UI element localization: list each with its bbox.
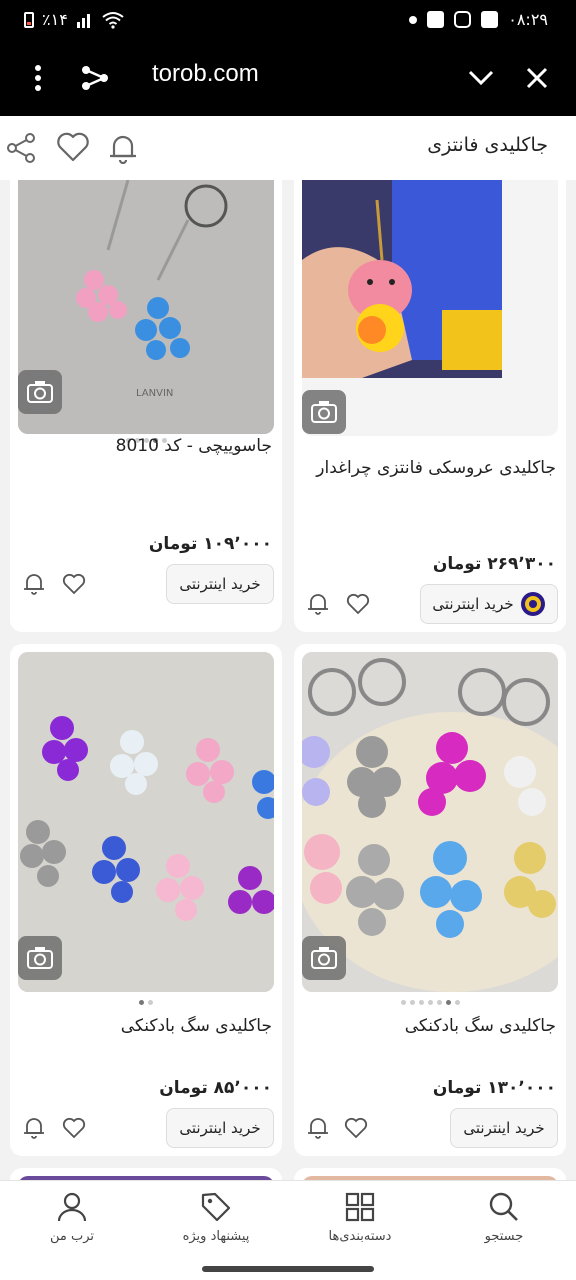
status-bar: ٪۱۴ ۰۸:۲۹ [0, 0, 576, 40]
product-price: ۱۰۹٬۰۰۰ تومان [148, 534, 272, 554]
product-price: ۱۳۰٬۰۰۰ تومان [432, 1078, 556, 1098]
notification-dot-icon [409, 15, 418, 24]
image-pager-dots [10, 1000, 282, 1005]
product-name[interactable]: جاکلیدی سگ بادکنکی [304, 1010, 556, 1042]
share-link-icon[interactable] [80, 60, 110, 96]
buy-online-button[interactable]: خرید اینترنتی [166, 1108, 274, 1148]
page-title: جاکلیدی فانتزی [427, 134, 548, 156]
bell-icon[interactable] [108, 132, 140, 165]
image-search-icon[interactable] [302, 390, 346, 434]
product-card[interactable] [294, 1168, 566, 1180]
bell-icon[interactable] [22, 572, 46, 596]
signal-icon [76, 13, 90, 28]
heart-icon[interactable] [56, 132, 89, 164]
product-name[interactable]: جاکلیدی عروسکی فانتزی چراغدار [304, 452, 556, 484]
nav-label: جستجو [484, 1229, 524, 1244]
product-card[interactable]: جاکلیدی عروسکی فانتزی چراغدار ۲۶۹٬۳۰۰ تو… [294, 180, 566, 632]
share-icon[interactable] [6, 132, 38, 164]
instagram-icon [454, 11, 472, 28]
product-name[interactable]: جاکلیدی سگ بادکنکی [20, 1010, 272, 1042]
tag-icon [201, 1192, 231, 1222]
nav-label: ترب من [49, 1229, 95, 1244]
heart-icon[interactable] [62, 572, 86, 596]
heart-icon[interactable] [344, 1116, 368, 1140]
product-grid: جاکلیدی عروسکی فانتزی چراغدار ۲۶۹٬۳۰۰ تو… [0, 180, 576, 1180]
bell-icon[interactable] [306, 1116, 330, 1140]
product-name[interactable]: جاسوییچی - کد 8010 [20, 430, 272, 462]
buy-online-label: خرید اینترنتی [432, 595, 514, 613]
nav-categories[interactable]: دسته‌بندی‌ها [300, 1191, 420, 1255]
bottom-navigation: جستجو دسته‌بندی‌ها پیشنهاد ویژه ترب من [0, 1180, 576, 1260]
page-header: جاکلیدی فانتزی [0, 116, 576, 180]
clock: ۰۸:۲۹ [508, 10, 548, 29]
nav-label: پیشنهاد ویژه [182, 1229, 250, 1244]
nav-profile[interactable]: ترب من [12, 1191, 132, 1255]
heart-icon[interactable] [62, 1116, 86, 1140]
product-card[interactable]: جاکلیدی سگ بادکنکی ۸۵٬۰۰۰ تومان خرید این… [10, 644, 282, 1156]
wifi-icon [102, 11, 124, 29]
url-text[interactable]: torob.com [152, 60, 259, 88]
browser-bar: torob.com [0, 40, 576, 116]
product-card[interactable]: LANVIN جاسوییچی - کد 8010 ۱۰۹٬۰۰۰ تومان … [10, 180, 282, 632]
nav-label: دسته‌بندی‌ها [328, 1229, 392, 1244]
bell-icon[interactable] [22, 1116, 46, 1140]
product-card[interactable]: جاکلیدی سگ بادکنکی ۱۳۰٬۰۰۰ تومان خرید ای… [294, 644, 566, 1156]
image-search-icon[interactable] [18, 936, 62, 980]
buy-online-button[interactable]: خرید اینترنتی [166, 564, 274, 604]
gallery-icon [481, 11, 499, 28]
buy-online-label: خرید اینترنتی [179, 575, 261, 593]
svg-text:LANVIN: LANVIN [136, 388, 173, 399]
product-price: ۸۵٬۰۰۰ تومان [159, 1078, 272, 1098]
search-icon [489, 1192, 518, 1221]
grid-icon [345, 1192, 375, 1222]
product-card[interactable] [10, 1168, 282, 1180]
heart-icon[interactable] [346, 592, 370, 616]
image-search-icon[interactable] [302, 936, 346, 980]
buy-online-label: خرید اینترنتی [179, 1119, 261, 1137]
store-logo-icon [520, 592, 545, 616]
buy-online-button[interactable]: خرید اینترنتی [420, 584, 558, 624]
buy-online-button[interactable]: خرید اینترنتی [450, 1108, 558, 1148]
bell-icon[interactable] [306, 592, 330, 616]
user-icon [57, 1192, 87, 1222]
battery-level: ٪۱۴ [42, 10, 68, 29]
home-indicator [0, 1260, 576, 1280]
nav-search[interactable]: جستجو [444, 1191, 564, 1255]
battery-icon [24, 11, 34, 28]
product-price: ۲۶۹٬۳۰۰ تومان [432, 554, 556, 574]
close-icon[interactable] [524, 60, 550, 96]
nav-special-offer[interactable]: پیشنهاد ویژه [156, 1191, 276, 1255]
chevron-down-icon[interactable] [466, 60, 496, 96]
image-pager-dots [294, 1000, 566, 1005]
buy-online-label: خرید اینترنتی [463, 1119, 545, 1137]
more-options-icon[interactable] [26, 60, 50, 96]
facebook-icon [427, 11, 445, 28]
image-search-icon[interactable] [18, 370, 62, 414]
